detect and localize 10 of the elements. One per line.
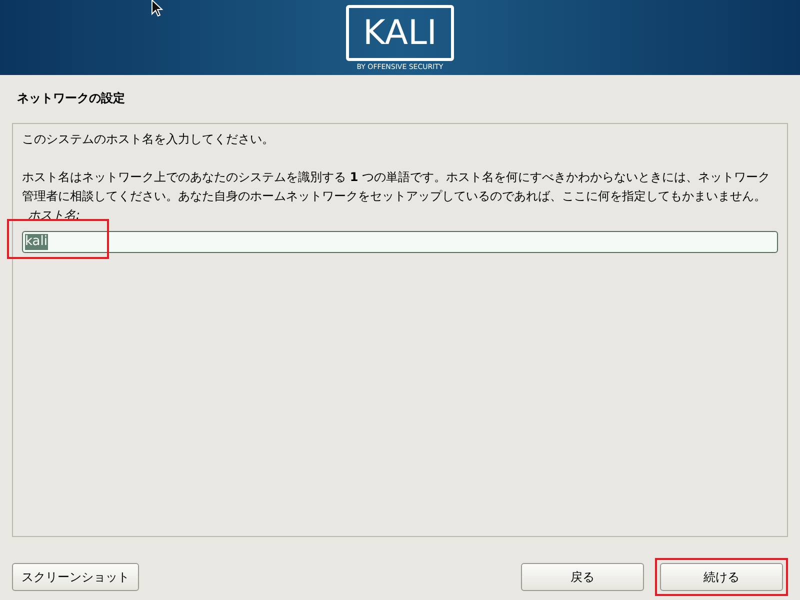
field-value: kali: [25, 234, 48, 250]
mouse-cursor-icon: [151, 0, 163, 17]
intro-text: このシステムのホスト名を入力してください。: [22, 131, 275, 148]
hostname-field[interactable]: kali: [22, 231, 778, 253]
description-text: ホスト名はネットワーク上でのあなたのシステムを識別する 1 つの単語です。ホスト名を何にすべきかわからないときには、ネットワーク管理者に相談してください。あなた自身のホームネットワークをセットアップしているのであれば、ここに何を指定してもかまいません。: [22, 169, 772, 205]
action-button[interactable]: スクリーンショット: [12, 563, 139, 591]
page-title: ネットワークの設定: [16, 90, 126, 107]
logo-text: KALI: [363, 16, 437, 50]
action-button[interactable]: 戻る: [521, 563, 644, 591]
action-button[interactable]: 続ける: [660, 563, 783, 591]
